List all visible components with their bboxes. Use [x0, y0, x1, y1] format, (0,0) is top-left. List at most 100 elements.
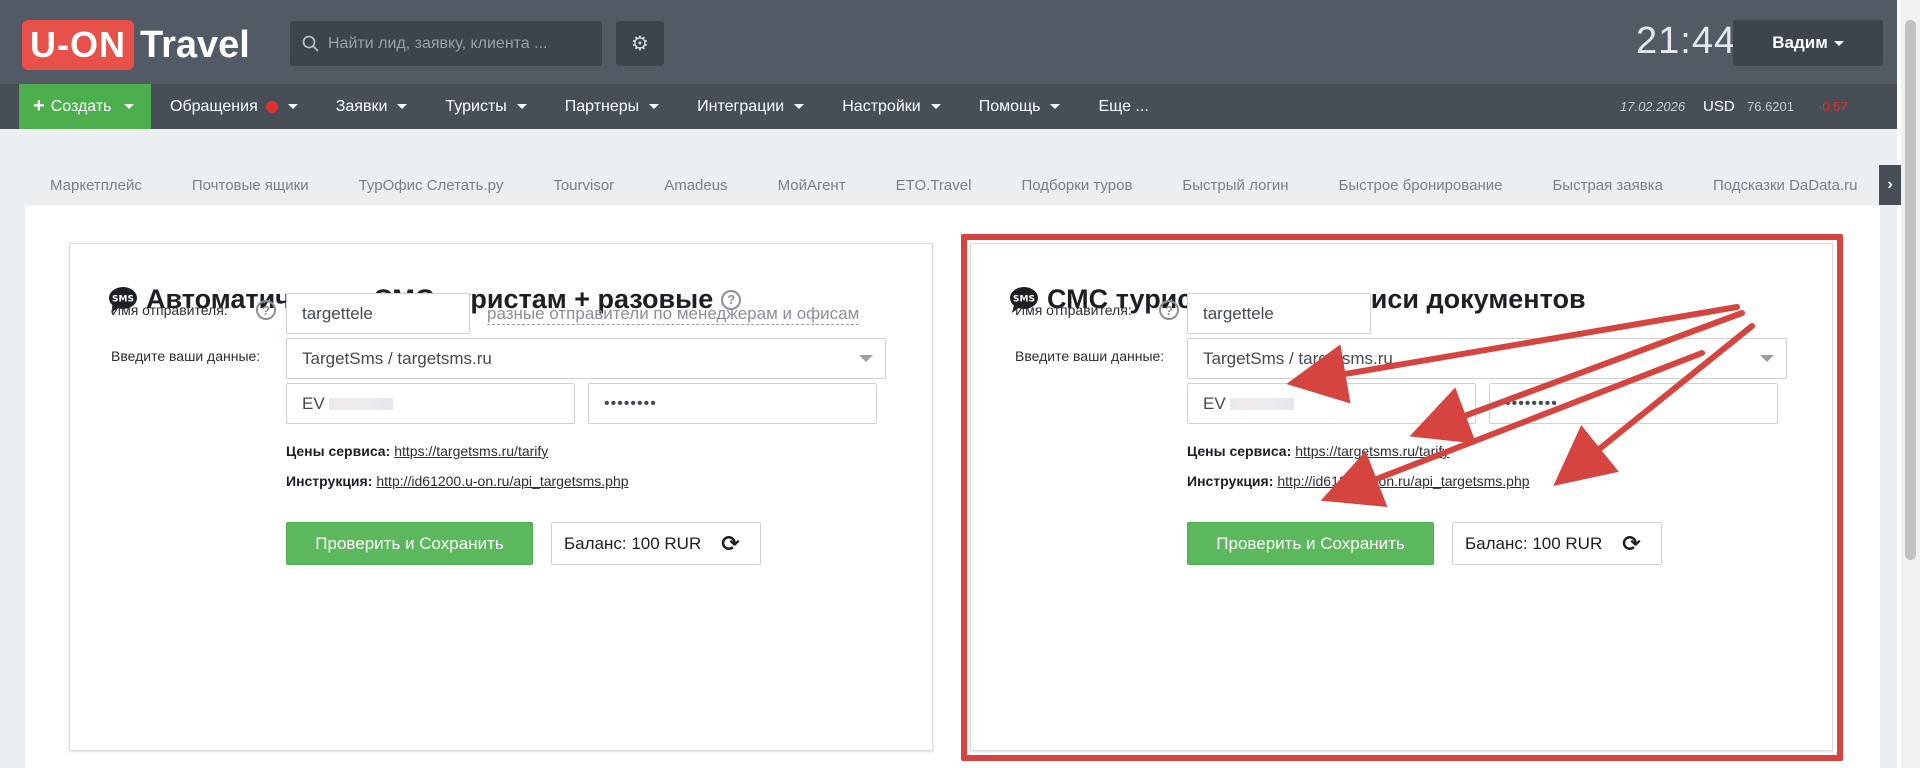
nav-item-label: Еще ... — [1098, 97, 1149, 115]
balance-text: Баланс: 100 RUR — [564, 533, 702, 553]
prices-line: Цены сервиса: https://targetsms.ru/tarify — [286, 443, 548, 459]
sender-label: Имя отправителя: — [111, 302, 228, 318]
search-box[interactable] — [290, 21, 602, 66]
search-icon — [302, 35, 319, 52]
instruction-label: Инструкция: — [286, 473, 373, 489]
gear-icon: ⚙ — [631, 33, 649, 55]
tab-quick-login[interactable]: Быстрый логин — [1182, 177, 1288, 194]
tab-quick-request[interactable]: Быстрая заявка — [1552, 177, 1663, 194]
nav-item-requests[interactable]: Обращения — [170, 98, 298, 116]
check-save-button[interactable]: Проверить и Сохранить — [286, 522, 533, 565]
create-label: Создать — [50, 97, 112, 115]
instruction-label: Инструкция: — [1187, 473, 1274, 489]
sender-name-field[interactable]: targettele — [1187, 293, 1371, 334]
tab-amadeus[interactable]: Amadeus — [664, 177, 727, 194]
tab-tourvisor[interactable]: Tourvisor — [553, 177, 614, 194]
instruction-line: Инструкция: http://id61200.u-on.ru/api_ta… — [1187, 473, 1530, 489]
nav-item-label: Настройки — [842, 97, 921, 115]
refresh-icon: ⟳ — [1622, 530, 1641, 556]
tabs-scroll-right-button[interactable]: › — [1879, 165, 1901, 205]
chevron-down-icon — [397, 104, 408, 109]
password-value: •••••••• — [1505, 394, 1558, 412]
sender-name-field[interactable]: targettele — [286, 293, 470, 334]
chevron-down-icon — [123, 104, 134, 109]
nav-item-label: Партнеры — [564, 97, 640, 115]
chevron-right-icon: › — [1887, 176, 1893, 193]
tab-quick-booking[interactable]: Быстрое бронирование — [1338, 177, 1502, 194]
provider-value: TargetSms / targetsms.ru — [302, 348, 492, 368]
nav-item-integrations[interactable]: Интеграции — [697, 97, 805, 116]
help-icon[interactable]: ? — [1159, 300, 1179, 320]
login-value: EV — [1203, 393, 1226, 413]
chevron-down-icon — [794, 104, 805, 109]
chevron-down-icon — [1833, 40, 1844, 46]
per-manager-senders-link[interactable]: разные отправители по менеджерам и офиса… — [487, 304, 860, 325]
scrollbar[interactable] — [1901, 0, 1920, 768]
nav-item-help[interactable]: Помощь — [979, 98, 1061, 116]
plus-icon: + — [33, 95, 45, 117]
check-save-button[interactable]: Проверить и Сохранить — [1187, 522, 1434, 565]
nav-item-label: Помощь — [978, 97, 1041, 115]
refresh-icon: ⟳ — [721, 530, 740, 556]
balance-button[interactable]: Баланс: 100 RUR ⟳ — [1452, 522, 1662, 565]
prices-label: Цены сервиса: — [286, 443, 391, 459]
sender-value: targettele — [302, 303, 373, 323]
tab-moiagent[interactable]: МойАгент — [778, 177, 846, 194]
nav-item-more[interactable]: Еще ... — [1098, 98, 1148, 116]
logo-box: U-ON — [22, 20, 134, 70]
logo[interactable]: U-ON Travel — [22, 20, 250, 70]
nav-item-tourists[interactable]: Туристы — [445, 97, 527, 116]
tab-turofis[interactable]: ТурОфис Слетать.ру — [359, 177, 504, 194]
prices-link[interactable]: https://targetsms.ru/tarify — [1295, 443, 1449, 459]
chevron-down-icon — [649, 104, 660, 109]
redacted-blur — [328, 397, 393, 410]
integration-tabs: Маркетплейс Почтовые ящики ТурОфис Слета… — [25, 165, 1880, 205]
user-menu-button[interactable]: Вадим — [1733, 20, 1883, 66]
chevron-down-icon — [516, 104, 527, 109]
help-icon[interactable]: ? — [256, 300, 276, 320]
nav-item-label: Туристы — [445, 97, 507, 115]
nav-item-label: Интеграции — [697, 97, 785, 115]
nav-item-settings[interactable]: Настройки — [842, 97, 941, 116]
provider-value: TargetSms / targetsms.ru — [1203, 348, 1393, 368]
login-field[interactable]: EV — [1187, 383, 1476, 424]
create-button[interactable]: + Создать — [19, 84, 151, 129]
tab-mailboxes[interactable]: Почтовые ящики — [192, 177, 309, 194]
instruction-line: Инструкция: http://id61200.u-on.ru/api_ta… — [286, 473, 629, 489]
data-label: Введите ваши данные: — [1015, 348, 1165, 364]
login-field[interactable]: EV — [286, 383, 575, 424]
nav-menu: Обращения Заявки Туристы Партнеры Интегр… — [170, 84, 1187, 129]
tab-dadata[interactable]: Подсказки DaData.ru — [1713, 177, 1857, 194]
balance-text: Баланс: 100 RUR — [1465, 533, 1603, 553]
password-field[interactable]: •••••••• — [588, 383, 877, 424]
tab-marketplace[interactable]: Маркетплейс — [50, 177, 142, 194]
prices-label: Цены сервиса: — [1187, 443, 1292, 459]
nav-item-partners[interactable]: Партнеры — [564, 97, 660, 116]
tab-tour-selections[interactable]: Подборки туров — [1021, 177, 1132, 194]
user-name: Вадим — [1772, 33, 1828, 52]
settings-button[interactable]: ⚙ — [616, 21, 664, 66]
password-value: •••••••• — [604, 394, 657, 412]
nav-item-orders[interactable]: Заявки — [336, 98, 408, 116]
notification-dot — [265, 100, 278, 113]
password-field[interactable]: •••••••• — [1489, 383, 1778, 424]
chevron-down-icon — [930, 104, 941, 109]
chevron-down-icon — [1050, 104, 1061, 109]
balance-button[interactable]: Баланс: 100 RUR ⟳ — [551, 522, 761, 565]
nav-item-label: Обращения — [170, 97, 258, 115]
scrollbar-thumb[interactable] — [1905, 20, 1916, 560]
chevron-down-icon — [859, 355, 873, 362]
nav-item-label: Заявки — [335, 97, 388, 115]
clock: 21:44 — [1636, 20, 1737, 62]
instruction-link[interactable]: http://id61200.u-on.ru/api_targetsms.php — [376, 473, 628, 489]
prices-link[interactable]: https://targetsms.ru/tarify — [394, 443, 548, 459]
sms-documents-card: SMS СМС туристам при подписи документов … — [970, 243, 1833, 751]
provider-select[interactable]: TargetSms / targetsms.ru — [286, 338, 886, 379]
prices-line: Цены сервиса: https://targetsms.ru/tarify — [1187, 443, 1449, 459]
provider-select[interactable]: TargetSms / targetsms.ru — [1187, 338, 1787, 379]
search-input[interactable] — [328, 34, 588, 53]
tab-eto-travel[interactable]: ETO.Travel — [896, 177, 972, 194]
main-nav: + Создать Обращения Заявки Туристы Партн… — [0, 84, 1897, 129]
instruction-link[interactable]: http://id61200.u-on.ru/api_targetsms.php — [1277, 473, 1529, 489]
rate-currency: USD — [1703, 98, 1735, 115]
